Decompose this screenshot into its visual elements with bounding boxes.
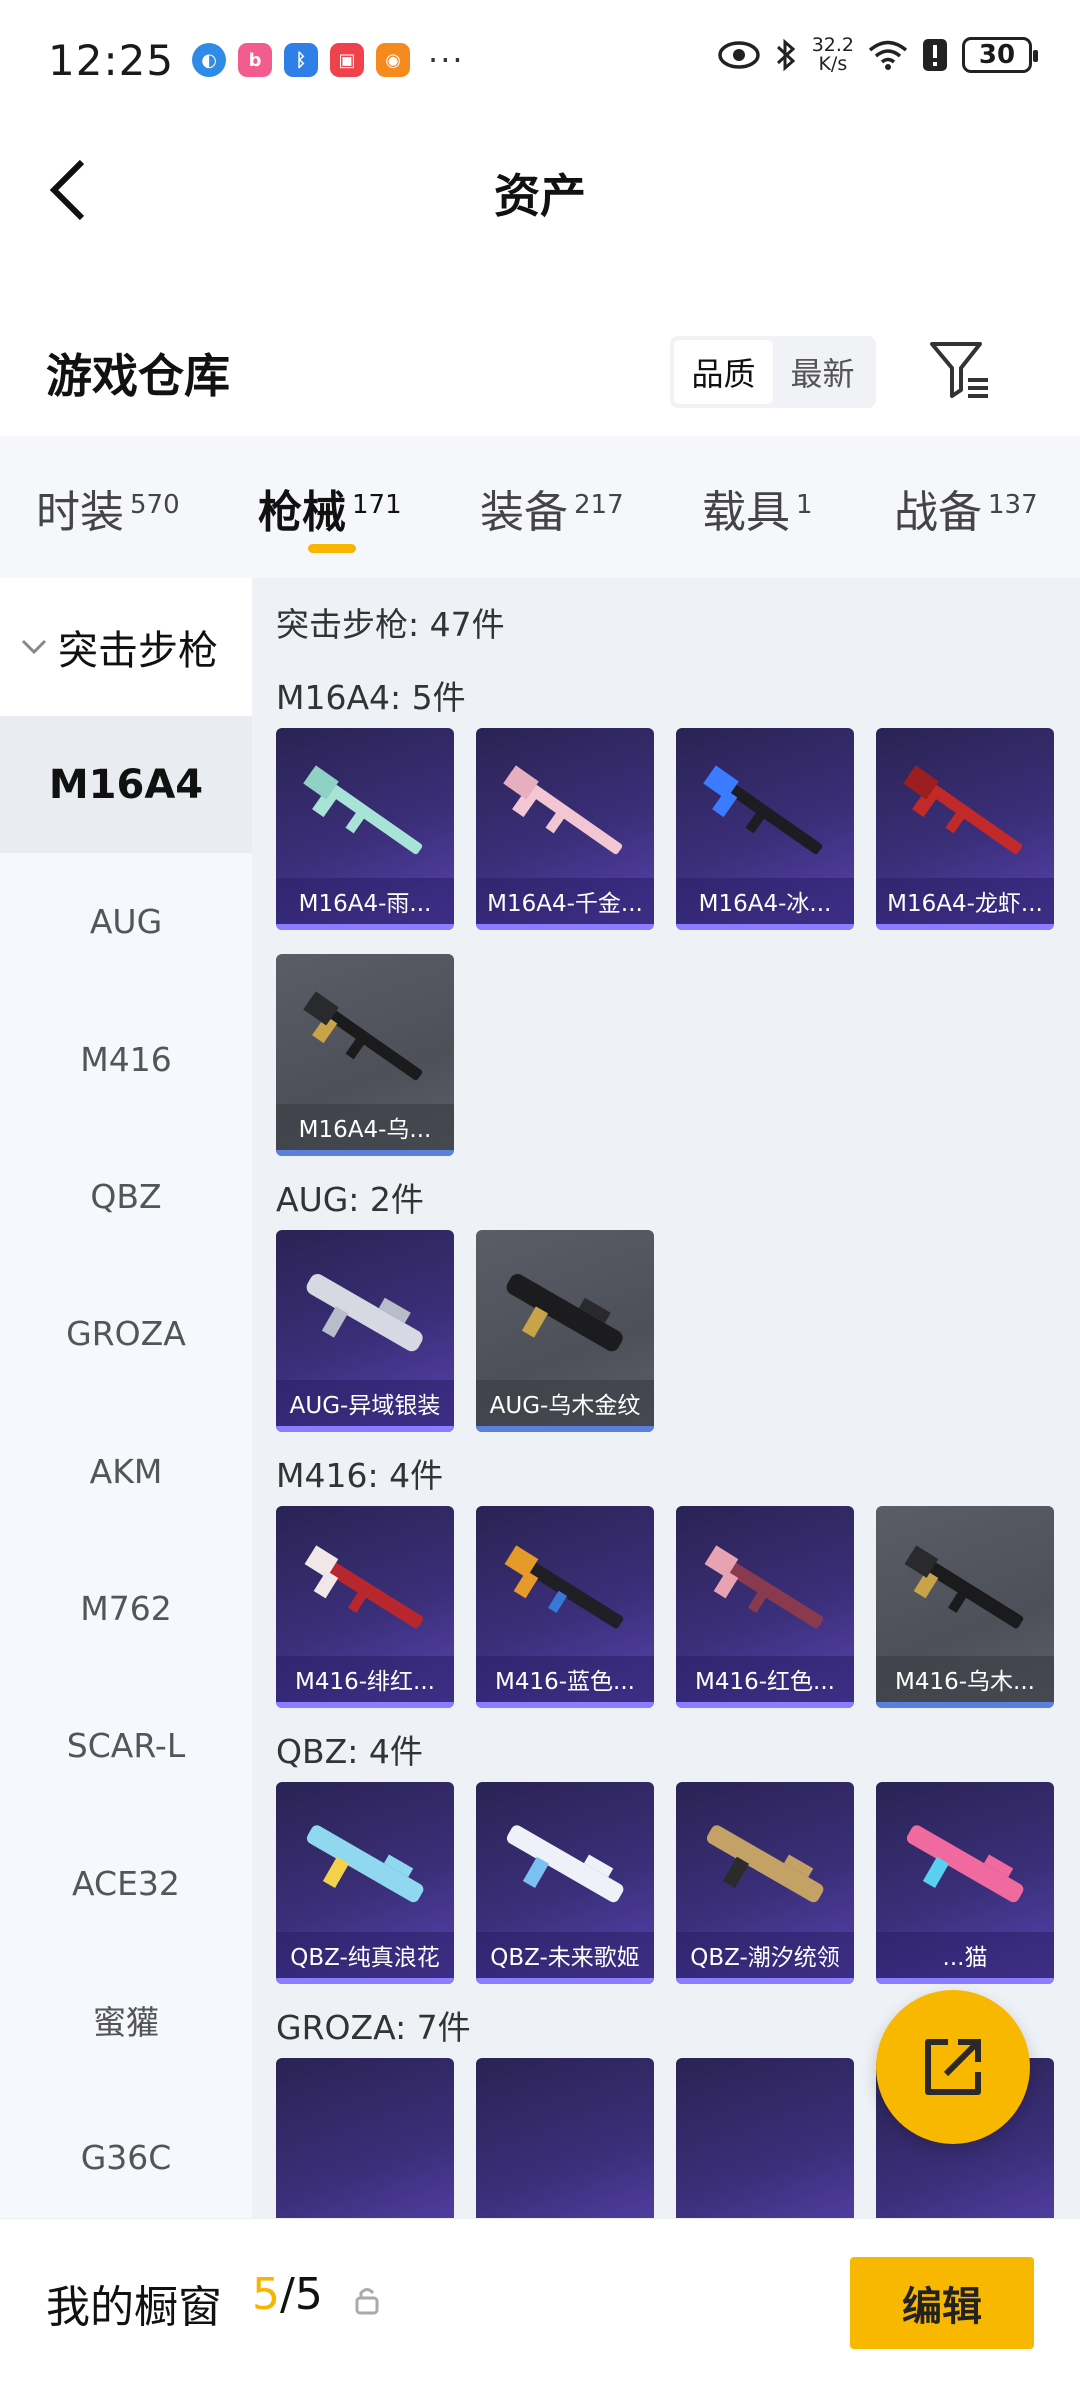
lock-icon [355,2288,379,2315]
more-notifications-icon: ··· [428,41,465,79]
chevron-down-icon [21,639,47,655]
active-tab-indicator [308,544,356,553]
grid-qbz: QBZ-纯真浪花 QBZ-未来歌姬 QBZ-潮汐统领 ...猫 [276,1782,1066,1984]
rifle-icon [906,1825,1024,1903]
rifle-icon [303,991,423,1081]
tab-vehicles[interactable]: 载具 1 [702,476,813,540]
rifle-icon [904,1545,1024,1629]
share-fab-button[interactable] [876,1990,1030,2144]
category-heading: 突击步枪: 47件 [276,605,505,644]
group-heading-aug: AUG: 2件 [276,1180,424,1219]
wifi-icon [868,40,908,70]
sidebar-item-aug[interactable]: AUG [0,853,252,990]
weapon-card[interactable]: M16A4-冰... [676,728,854,930]
sidebar-item-m416[interactable]: M416 [0,991,252,1128]
sidebar-item-honey-badger[interactable]: 蜜獾 [0,1952,252,2089]
weapon-card[interactable]: QBZ-未来歌姬 [476,1782,654,1984]
battery-indicator: 30 [962,37,1038,73]
sidebar-item-ace32[interactable]: ACE32 [0,1814,252,1951]
browser-app-icon: ◐ [192,43,227,77]
rifle-icon [704,1545,824,1629]
rifle-icon [306,1274,423,1352]
bluetooth-app-icon: ᛒ [284,43,319,77]
grid-aug: AUG-异域银装 AUG-乌木金纹 [276,1230,1066,1432]
showcase-bar: 我的橱窗 5/5 编辑 [0,2218,1080,2382]
tab-equipment[interactable]: 装备 217 [480,476,624,540]
weapon-sidebar: 突击步枪 M16A4 AUG M416 QBZ GROZA AKM M762 S… [0,578,252,2218]
weapon-card[interactable] [476,2058,654,2218]
eye-icon [717,41,760,69]
alert-icon [923,39,947,71]
group-heading-m16a4: M16A4: 5件 [276,678,466,717]
weapon-card[interactable]: M16A4-乌... [276,954,454,1156]
weapon-card[interactable]: ...猫 [876,1782,1054,1984]
warehouse-header: 游戏仓库 品质 最新 [0,310,1080,436]
rifle-icon [303,765,423,855]
weapon-card[interactable]: M416-蓝色... [476,1506,654,1708]
network-speed: 32.2 K/s [811,34,854,75]
sort-quality-button[interactable]: 品质 [674,340,773,404]
rifle-icon [506,1274,623,1352]
group-heading-m416: M416: 4件 [276,1456,444,1495]
sidebar-item-scar-l[interactable]: SCAR-L [0,1677,252,1814]
sidebar-item-m762[interactable]: M762 [0,1540,252,1677]
sort-toggle: 品质 最新 [670,336,876,408]
status-right: 32.2 K/s 30 [717,34,1038,75]
showcase-count: 5/5 [252,2269,323,2320]
weapon-card[interactable]: M416-红色... [676,1506,854,1708]
rifle-icon [903,765,1023,855]
weapon-card[interactable]: QBZ-纯真浪花 [276,1782,454,1984]
bluetooth-icon [776,38,795,72]
rifle-icon [306,1825,424,1903]
weapon-card[interactable]: M16A4-雨... [276,728,454,930]
game-app-icon: ◉ [376,43,411,77]
category-tabs: 时装 570 枪械 171 装备 217 载具 1 战备 137 [0,436,1080,578]
rifle-icon [706,1825,824,1903]
group-heading-qbz: QBZ: 4件 [276,1732,423,1771]
notification-icons: ◐ b ᛒ ▣ ◉ ··· [192,41,465,79]
filter-button[interactable] [928,338,992,402]
weapon-card[interactable]: AUG-乌木金纹 [476,1230,654,1432]
sidebar-item-qbz[interactable]: QBZ [0,1128,252,1265]
weapon-list: 突击步枪: 47件 M16A4: 5件 M16A4-雨... M16A4-千金.… [252,578,1080,2218]
share-icon [925,2039,981,2095]
weapon-card[interactable] [676,2058,854,2218]
page-title: 资产 [494,169,586,223]
weapon-card[interactable]: AUG-异域银装 [276,1230,454,1432]
weapon-card[interactable] [276,2058,454,2218]
tab-fashion[interactable]: 时装 570 [36,476,180,540]
weapon-card[interactable]: QBZ-潮汐统领 [676,1782,854,1984]
showcase-label: 我的橱窗 [46,2282,222,2333]
weapon-card[interactable]: M16A4-龙虾... [876,728,1054,930]
tab-supplies[interactable]: 战备 137 [894,476,1038,540]
sidebar-item-groza[interactable]: GROZA [0,1265,252,1402]
edit-button[interactable]: 编辑 [850,2257,1034,2349]
weapon-card[interactable]: M416-绯红... [276,1506,454,1708]
status-bar: 12:25 ◐ b ᛒ ▣ ◉ ··· 32.2 K/s 30 [0,0,1080,120]
rifle-icon [503,765,623,855]
rifle-icon [703,765,823,855]
sidebar-item-m16a4[interactable]: M16A4 [0,716,252,854]
sort-newest-button[interactable]: 最新 [773,340,872,404]
filter-icon [930,342,988,398]
bilibili-app-icon: b [238,43,273,77]
warehouse-title: 游戏仓库 [46,349,230,403]
rifle-icon [304,1545,424,1629]
nav-header: 资产 [0,120,1080,260]
grid-m416: M416-绯红... M416-蓝色... M416-红色... M416-乌木… [276,1506,1066,1708]
shopping-app-icon: ▣ [330,43,365,77]
rifle-icon [506,1825,624,1903]
weapon-card[interactable]: M16A4-千金... [476,728,654,930]
sidebar-group-assault-rifle[interactable]: 突击步枪 [0,578,252,716]
grid-m16a4: M16A4-雨... M16A4-千金... M16A4-冰... M16A4-… [276,728,1066,1156]
rifle-icon [504,1545,624,1629]
status-time: 12:25 [48,35,175,85]
sidebar-item-akm[interactable]: AKM [0,1402,252,1539]
weapon-card[interactable]: M416-乌木... [876,1506,1054,1708]
sidebar-item-g36c[interactable]: G36C [0,2089,252,2218]
tab-weapons[interactable]: 枪械 171 [258,476,402,540]
